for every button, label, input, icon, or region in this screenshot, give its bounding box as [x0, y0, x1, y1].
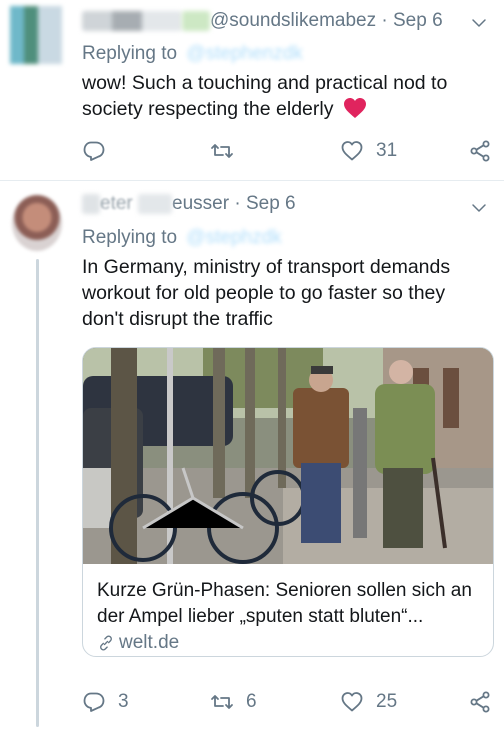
tweet[interactable]: @soundslikemabez · Sep 6 Replying to @st…	[0, 0, 504, 180]
reply-button[interactable]: 3	[82, 687, 129, 717]
tweet-actions: 31	[82, 136, 494, 166]
author-name-redacted[interactable]	[82, 193, 100, 214]
replying-label: Replying to	[82, 227, 178, 248]
like-count: 31	[376, 140, 398, 161]
red-heart-emoji-icon	[343, 98, 366, 118]
replying-handle[interactable]: @stephenzdk	[186, 43, 302, 65]
author-name[interactable]: eter	[100, 193, 133, 214]
tweet[interactable]: eter eusser · Sep 6 Replying to @stephzd…	[0, 181, 504, 732]
reply-icon	[83, 692, 105, 712]
retweet-count: 6	[246, 691, 257, 712]
replying-to: Replying to @stephzdk	[82, 227, 282, 249]
reply-count: 3	[118, 691, 129, 712]
tweet-text: In Germany, ministry of transport demand…	[82, 256, 451, 330]
retweet-button[interactable]: 6	[210, 687, 257, 717]
author-name-redacted	[182, 10, 210, 31]
replying-to: Replying to @stephenzdk	[82, 43, 303, 65]
reply-button[interactable]	[82, 136, 118, 166]
retweet-icon	[211, 144, 233, 158]
like-button[interactable]: 25	[340, 687, 397, 717]
card-image[interactable]	[83, 348, 493, 564]
tweet-timestamp[interactable]: Sep 6	[246, 193, 296, 214]
street-photo	[83, 348, 493, 564]
tweet-header: eter eusser · Sep 6	[82, 193, 296, 215]
tweet-text: wow! Such a touching and practical nod t…	[82, 70, 492, 122]
author-handle-redacted	[138, 193, 173, 214]
author-name-redacted[interactable]	[82, 10, 182, 31]
share-button[interactable]	[468, 136, 492, 166]
like-icon	[341, 692, 363, 712]
retweet-button[interactable]	[210, 136, 246, 166]
card-domain[interactable]: welt.de	[97, 632, 179, 654]
reply-icon	[83, 141, 105, 161]
card-domain-text: welt.de	[119, 632, 180, 653]
tweet-text-body: wow! Such a touching and practical nod t…	[82, 72, 448, 120]
replying-handle[interactable]: @stephzdk	[186, 227, 281, 249]
separator: ·	[381, 10, 393, 31]
like-button[interactable]: 31	[340, 136, 397, 166]
chevron-down-icon[interactable]	[470, 14, 488, 32]
tweet-header: @soundslikemabez · Sep 6	[82, 10, 443, 32]
link-card[interactable]: Kurze Grün-Phasen: Senioren sollen sich …	[82, 347, 494, 657]
separator: ·	[234, 193, 246, 214]
author-handle[interactable]: @soundslikemabez	[210, 10, 376, 31]
tweet-timestamp[interactable]: Sep 6	[393, 10, 443, 31]
avatar[interactable]	[12, 195, 62, 251]
share-button[interactable]	[468, 687, 492, 717]
retweet-icon	[211, 695, 233, 709]
chevron-down-icon[interactable]	[470, 199, 488, 217]
like-count: 25	[376, 691, 398, 712]
replying-label: Replying to	[82, 43, 178, 64]
share-icon	[470, 691, 490, 713]
thread-line	[36, 259, 39, 727]
tweet-actions: 3 6 25	[82, 687, 494, 717]
share-icon	[470, 140, 490, 162]
author-handle[interactable]: eusser	[172, 193, 229, 214]
avatar[interactable]	[10, 6, 62, 64]
link-icon	[100, 635, 112, 651]
card-title[interactable]: Kurze Grün-Phasen: Senioren sollen sich …	[97, 578, 485, 630]
like-icon	[341, 141, 363, 161]
